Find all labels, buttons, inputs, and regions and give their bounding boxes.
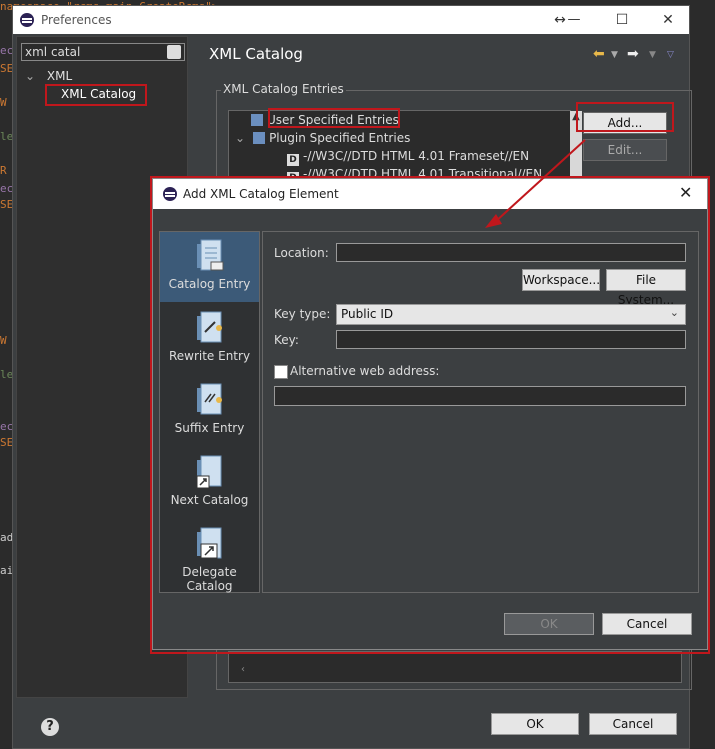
annotation-arrow bbox=[485, 139, 586, 228]
